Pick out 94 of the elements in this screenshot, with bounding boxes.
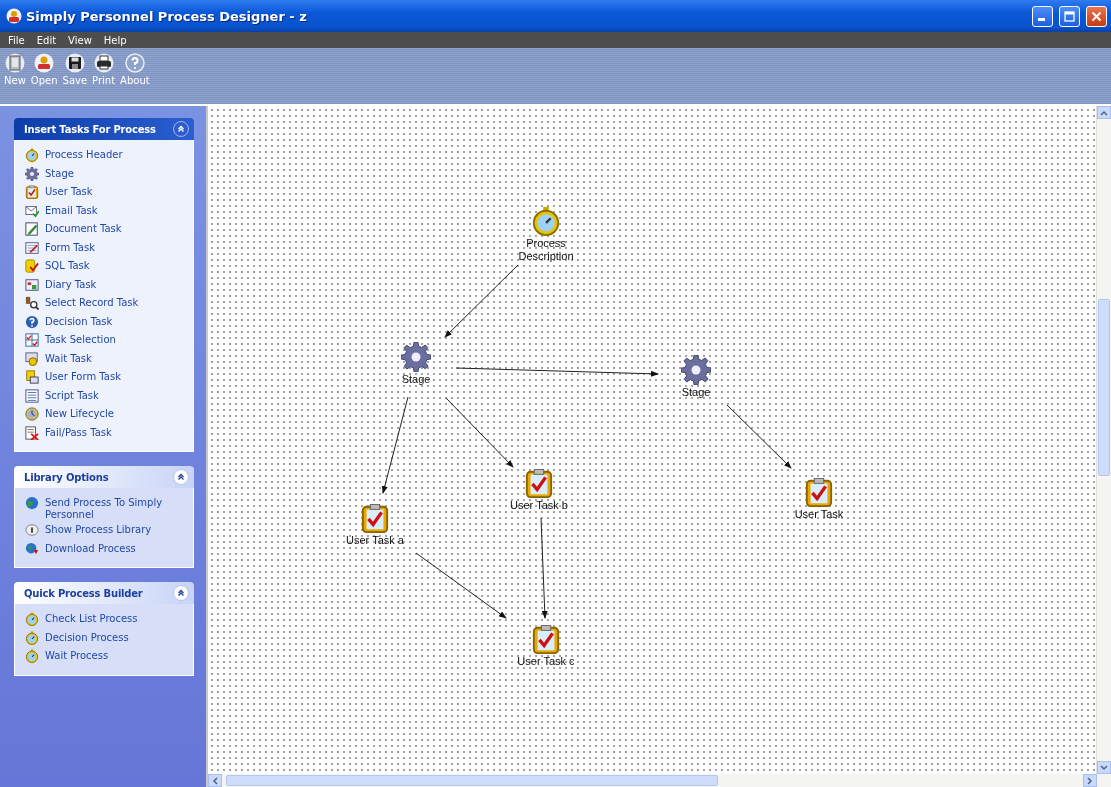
horizontal-scrollbar[interactable] (208, 774, 1111, 787)
clock-window-icon (25, 351, 39, 366)
save-icon (64, 53, 85, 73)
calendar-icon (25, 277, 39, 292)
task-link[interactable]: Select Record Task (25, 296, 187, 313)
help-icon (25, 314, 39, 329)
connector-arrow (726, 404, 792, 469)
node-label: Stage (401, 373, 431, 386)
double-chevron-up-icon (176, 588, 186, 598)
node-label: User Task a (346, 534, 404, 547)
arrow-right-icon[interactable] (1087, 776, 1093, 785)
task-link[interactable]: Show Process Library (25, 523, 187, 540)
collapse-button[interactable] (173, 585, 189, 601)
panel-title: Library Options (24, 471, 109, 483)
node-label: User Task b (510, 499, 568, 512)
help-icon (124, 53, 145, 73)
double-chevron-up-icon (176, 124, 186, 134)
lifecycle-icon (25, 407, 39, 421)
connector-arrow (445, 397, 514, 468)
stopwatch-icon (25, 148, 39, 162)
task-link[interactable]: Document Task (25, 222, 187, 239)
printer-icon (93, 53, 114, 73)
task-link[interactable]: Fail/Pass Task (25, 425, 187, 442)
scroll-thumb[interactable] (226, 775, 718, 786)
task-link[interactable]: New Lifecycle (25, 407, 187, 424)
clipboard-check-icon (360, 503, 390, 533)
database-check-icon (25, 259, 39, 273)
node-label: Process Description (517, 237, 575, 263)
pencil-icon (25, 222, 39, 236)
stopwatch-icon (25, 612, 39, 626)
envelope-icon (25, 203, 39, 218)
fail-pass-icon (25, 425, 39, 440)
task-link[interactable]: Check List Process (25, 612, 187, 629)
maximize-button[interactable] (1059, 5, 1080, 27)
node-label: User Task (794, 508, 844, 521)
arrow-down-icon[interactable] (1100, 764, 1108, 771)
maximize-icon (1064, 10, 1075, 22)
gear-icon (25, 166, 39, 181)
clipboard-check-icon (524, 468, 554, 498)
info-icon (25, 523, 39, 537)
minimize-button[interactable] (1032, 5, 1053, 27)
menu-item[interactable]: Edit (31, 34, 62, 46)
task-link[interactable]: Send Process To Simply Personnel (25, 496, 187, 521)
person-icon (34, 53, 55, 73)
node-label: Stage (681, 386, 711, 399)
collapse-button[interactable] (173, 469, 189, 485)
document-icon (4, 53, 25, 73)
magnifier-icon (25, 296, 39, 310)
collapse-button[interactable] (173, 121, 189, 137)
arrow-up-icon[interactable] (1100, 109, 1108, 116)
panel-title: Insert Tasks For Process (24, 123, 156, 135)
task-link[interactable]: Decision Process (25, 630, 187, 647)
task-link[interactable]: User Form Task (25, 370, 187, 387)
globe-icon (25, 496, 39, 510)
clipboard-check-icon (531, 624, 561, 654)
vertical-scrollbar[interactable] (1096, 106, 1111, 774)
task-link[interactable]: Decision Task (25, 314, 187, 331)
minimize-icon (1037, 17, 1045, 21)
menu-item[interactable]: File (3, 34, 30, 46)
list-icon (25, 388, 39, 403)
task-link[interactable]: Diary Task (25, 277, 187, 294)
gear-icon (681, 355, 711, 385)
stopwatch-icon (531, 206, 561, 236)
task-link[interactable]: Download Process (25, 541, 187, 558)
scroll-thumb[interactable] (1098, 299, 1110, 476)
task-link[interactable]: Script Task (25, 388, 187, 405)
task-link[interactable]: Process Header (25, 148, 187, 165)
node-label: User Task c (517, 655, 575, 668)
task-link[interactable]: Email Task (25, 203, 187, 220)
globe-download-icon (25, 541, 39, 556)
task-link[interactable]: SQL Task (25, 259, 187, 276)
grid-check-icon (25, 333, 39, 347)
user-form-icon (25, 370, 39, 384)
form-icon (25, 240, 39, 255)
menu-item[interactable]: View (63, 34, 97, 46)
stopwatch-icon (25, 649, 39, 663)
task-link[interactable]: Wait Process (25, 649, 187, 666)
window-title: Simply Personnel Process Designer - z (26, 8, 307, 24)
double-chevron-up-icon (176, 472, 186, 482)
close-icon (1091, 10, 1102, 22)
close-button[interactable] (1086, 5, 1107, 27)
gear-icon (401, 342, 431, 372)
task-link[interactable]: Wait Task (25, 351, 187, 368)
task-link[interactable]: Form Task (25, 240, 187, 257)
app-icon (6, 8, 22, 24)
panel-title: Quick Process Builder (24, 587, 143, 599)
stopwatch-icon (25, 630, 39, 645)
clipboard-check-icon (25, 185, 39, 199)
menu-item[interactable]: Help (98, 34, 132, 46)
task-link[interactable]: User Task (25, 185, 187, 202)
arrow-left-icon[interactable] (212, 776, 218, 785)
clipboard-check-icon (804, 477, 834, 507)
task-link[interactable]: Stage (25, 166, 187, 183)
task-link[interactable]: Task Selection (25, 333, 187, 350)
